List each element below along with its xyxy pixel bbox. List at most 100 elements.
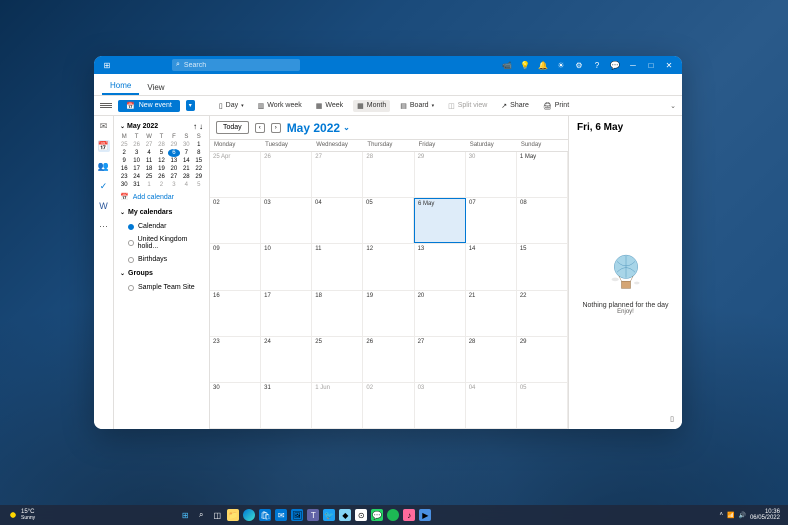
calendar-day-cell[interactable]: 11 bbox=[312, 244, 363, 289]
calendar-day-cell[interactable]: 27 bbox=[312, 152, 363, 197]
twitter-icon[interactable]: 🐦 bbox=[323, 509, 335, 521]
tray-chevron-icon[interactable]: ˄ bbox=[719, 512, 723, 518]
mini-cal-day[interactable]: 13 bbox=[168, 157, 180, 165]
mini-cal-day[interactable]: 4 bbox=[143, 149, 155, 157]
mini-cal-day[interactable]: 24 bbox=[130, 173, 142, 181]
teams-icon[interactable]: T bbox=[307, 509, 319, 521]
month-button[interactable]: ▦ Month bbox=[353, 100, 390, 112]
mini-cal-day[interactable]: 30 bbox=[118, 181, 130, 189]
mini-cal-day[interactable]: 28 bbox=[155, 141, 167, 149]
people-rail-icon[interactable]: 👥 bbox=[98, 160, 110, 172]
calendar-day-cell[interactable]: 16 bbox=[210, 291, 261, 336]
mini-cal-day[interactable]: 4 bbox=[180, 181, 192, 189]
split-view-button[interactable]: ◫ Split view bbox=[444, 100, 491, 112]
my-calendars-section[interactable]: ⌄ My calendars bbox=[118, 205, 205, 220]
mini-cal-day[interactable]: 10 bbox=[130, 157, 142, 165]
calendar-day-cell[interactable]: 05 bbox=[363, 198, 414, 243]
explorer-icon[interactable]: 📁 bbox=[227, 509, 239, 521]
close-icon[interactable]: ✕ bbox=[664, 60, 674, 70]
calendar-day-cell[interactable]: 07 bbox=[466, 198, 517, 243]
calendar-day-cell[interactable]: 23 bbox=[210, 337, 261, 382]
app4-icon[interactable]: ▶ bbox=[419, 509, 431, 521]
hamburger-icon[interactable] bbox=[100, 100, 112, 112]
mini-cal-day[interactable]: 11 bbox=[143, 157, 155, 165]
search-input[interactable] bbox=[184, 62, 296, 69]
day-icon[interactable]: ☀ bbox=[556, 60, 566, 70]
notifications-icon[interactable]: 🔔 bbox=[538, 60, 548, 70]
calendar-day-cell[interactable]: 10 bbox=[261, 244, 312, 289]
mini-cal-next-icon[interactable]: ↓ bbox=[199, 122, 203, 131]
mini-cal-title[interactable]: ⌄ May 2022 bbox=[120, 123, 158, 130]
todo-rail-icon[interactable]: ✓ bbox=[98, 180, 110, 192]
calendar-day-cell[interactable]: 21 bbox=[466, 291, 517, 336]
mini-cal-day[interactable]: 28 bbox=[180, 173, 192, 181]
calendar-day-cell[interactable]: 14 bbox=[466, 244, 517, 289]
calendar-day-cell[interactable]: 02 bbox=[210, 198, 261, 243]
search-taskbar-icon[interactable]: ⌕ bbox=[195, 509, 207, 521]
mini-cal-day[interactable]: 1 bbox=[143, 181, 155, 189]
calendar-day-cell[interactable]: 17 bbox=[261, 291, 312, 336]
app1-icon[interactable]: ◆ bbox=[339, 509, 351, 521]
tips-icon[interactable]: 💡 bbox=[520, 60, 530, 70]
calendar-day-cell[interactable]: 19 bbox=[363, 291, 414, 336]
calendar-day-cell[interactable]: 1 May bbox=[517, 152, 568, 197]
spotify-icon[interactable] bbox=[387, 509, 399, 521]
app2-icon[interactable]: ⊙ bbox=[355, 509, 367, 521]
calendar-day-cell[interactable]: 02 bbox=[363, 383, 414, 428]
calendar-day-cell[interactable]: 26 bbox=[261, 152, 312, 197]
next-month-button[interactable]: › bbox=[271, 123, 281, 133]
app3-icon[interactable]: ♪ bbox=[403, 509, 415, 521]
share-button[interactable]: ↗ Share bbox=[497, 100, 533, 112]
mini-cal-day[interactable]: 19 bbox=[155, 165, 167, 173]
whatsapp-icon[interactable]: 💬 bbox=[371, 509, 383, 521]
board-button[interactable]: ▤ Board ▾ bbox=[396, 100, 438, 112]
calendar-day-cell[interactable]: 1 Jun bbox=[312, 383, 363, 428]
volume-icon[interactable]: 🔊 bbox=[738, 512, 745, 519]
week-button[interactable]: ▦ Week bbox=[312, 100, 347, 112]
mini-cal-day[interactable]: 25 bbox=[143, 173, 155, 181]
calendar-day-cell[interactable]: 15 bbox=[517, 244, 568, 289]
calendar-day-cell[interactable]: 30 bbox=[210, 383, 261, 428]
word-rail-icon[interactable]: W bbox=[98, 200, 110, 212]
maximize-icon[interactable]: □ bbox=[646, 60, 656, 70]
today-button[interactable]: Today bbox=[216, 121, 249, 134]
calendar-day-cell[interactable]: 12 bbox=[363, 244, 414, 289]
start-button[interactable]: ⊞ bbox=[179, 509, 191, 521]
groups-section[interactable]: ⌄ Groups bbox=[118, 266, 205, 281]
mini-cal-day[interactable]: 2 bbox=[118, 149, 130, 157]
mini-cal-day[interactable]: 20 bbox=[168, 165, 180, 173]
add-calendar-link[interactable]: 📅 Add calendar bbox=[118, 189, 205, 205]
mini-cal-day[interactable]: 26 bbox=[155, 173, 167, 181]
photos-icon[interactable]: 🖼 bbox=[291, 509, 303, 521]
new-event-button[interactable]: 📅 New event bbox=[118, 100, 180, 112]
mini-cal-day[interactable]: 3 bbox=[130, 149, 142, 157]
collapse-panel-icon[interactable]: ▯ bbox=[577, 415, 674, 423]
calendar-day-cell[interactable]: 03 bbox=[261, 198, 312, 243]
app-menu-icon[interactable]: ⊞ bbox=[102, 60, 112, 70]
mini-cal-day[interactable]: 26 bbox=[130, 141, 142, 149]
calendar-day-cell[interactable]: 26 bbox=[363, 337, 414, 382]
clock[interactable]: 10:36 06/05/2022 bbox=[750, 509, 780, 521]
tab-view[interactable]: View bbox=[139, 80, 172, 95]
mini-cal-day[interactable]: 17 bbox=[130, 165, 142, 173]
mini-cal-day[interactable]: 21 bbox=[180, 165, 192, 173]
mini-cal-day[interactable]: 9 bbox=[118, 157, 130, 165]
help-icon[interactable]: ? bbox=[592, 60, 602, 70]
more-rail-icon[interactable]: ⋯ bbox=[98, 220, 110, 232]
task-view-icon[interactable]: ◫ bbox=[211, 509, 223, 521]
store-icon[interactable]: 🛍 bbox=[259, 509, 271, 521]
calendar-day-cell[interactable]: 27 bbox=[415, 337, 466, 382]
settings-icon[interactable]: ⚙ bbox=[574, 60, 584, 70]
mini-cal-day[interactable]: 12 bbox=[155, 157, 167, 165]
mini-cal-day[interactable]: 30 bbox=[180, 141, 192, 149]
calendar-day-cell[interactable]: 28 bbox=[466, 337, 517, 382]
day-view-button[interactable]: ▯ Day ▾ bbox=[215, 100, 248, 112]
calendar-day-cell[interactable]: 13 bbox=[415, 244, 466, 289]
calendar-item[interactable]: Calendar bbox=[118, 220, 205, 233]
new-event-dropdown[interactable]: ▾ bbox=[186, 100, 195, 111]
calendar-day-cell[interactable]: 25 Apr bbox=[210, 152, 261, 197]
mini-cal-day[interactable]: 29 bbox=[193, 173, 205, 181]
weather-widget[interactable]: 15°C Sunny bbox=[8, 509, 35, 521]
mini-cal-day[interactable]: 15 bbox=[193, 157, 205, 165]
mini-cal-day[interactable]: 25 bbox=[118, 141, 130, 149]
